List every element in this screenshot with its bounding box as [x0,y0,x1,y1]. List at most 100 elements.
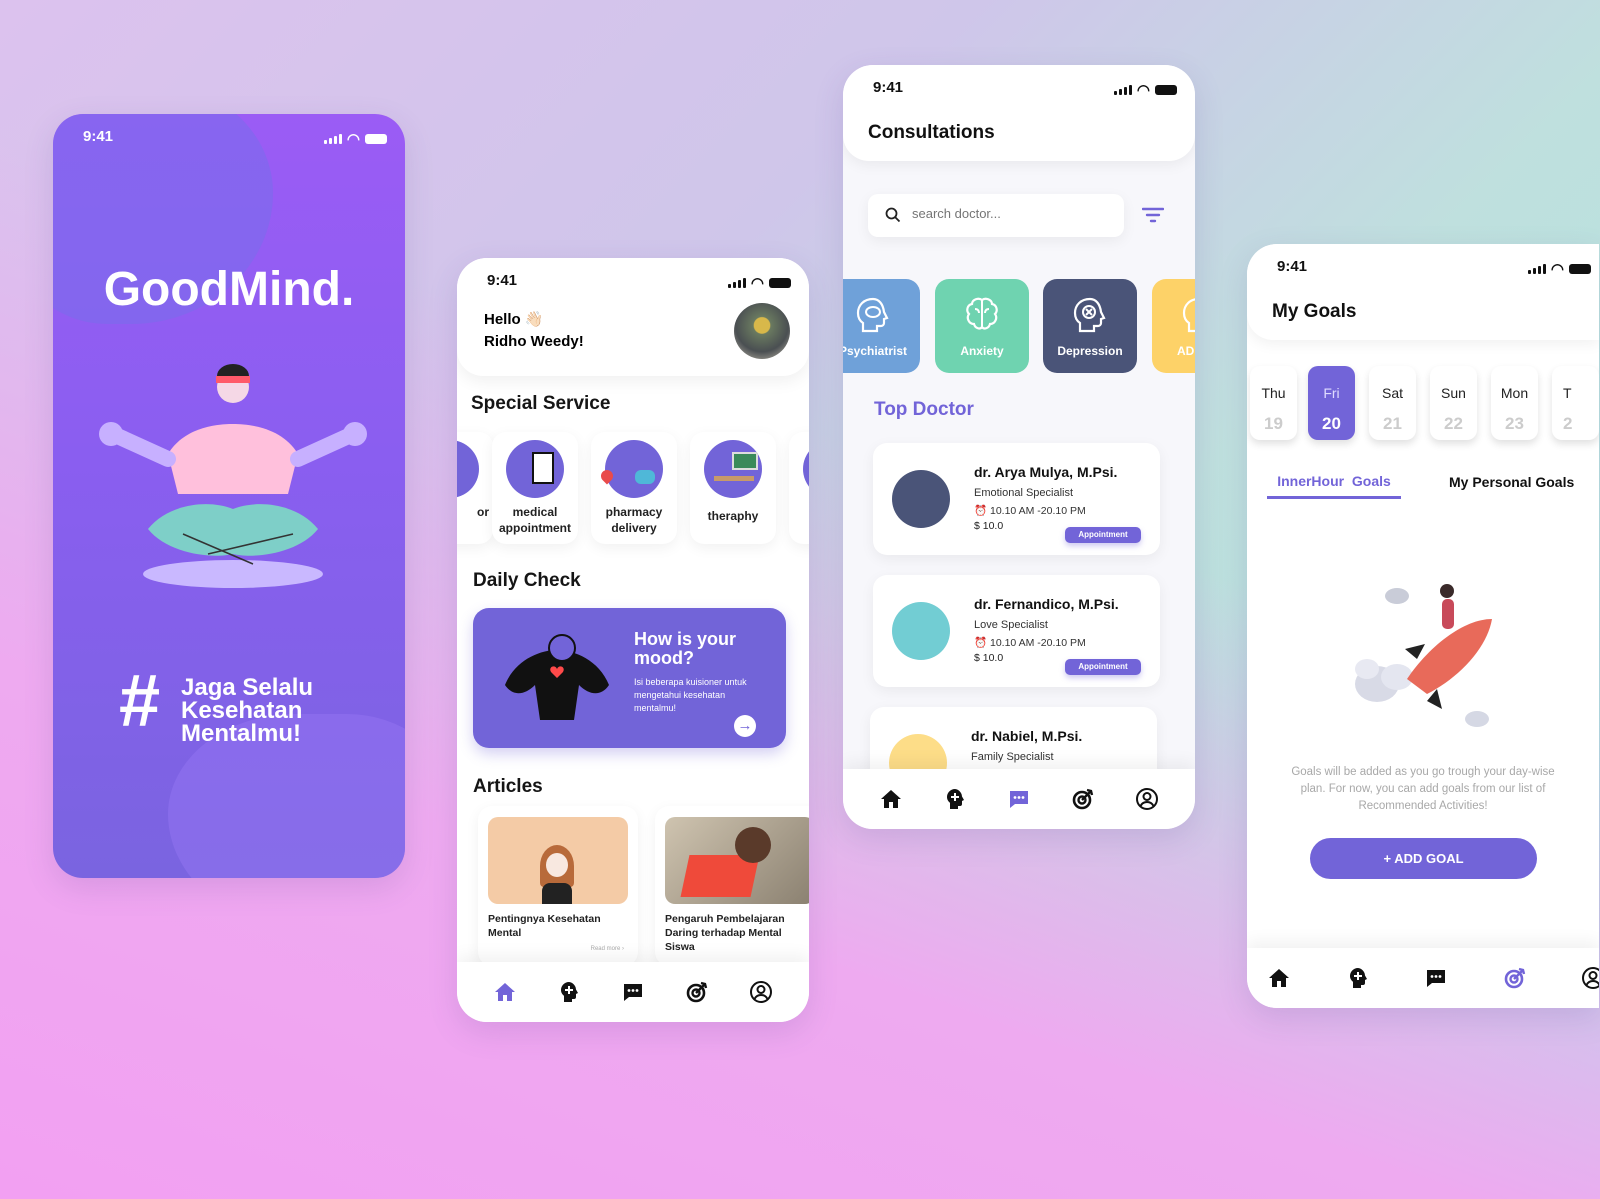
tab-innerhour-goals[interactable]: InnerHour Goals [1267,473,1401,499]
service-label: pharmacy delivery [605,505,663,535]
nav-profile-icon[interactable] [1581,966,1599,990]
doctor-card[interactable]: dr. Fernandico, M.Psi. Love Specialist ⏰… [873,575,1160,687]
doctor-hours: ⏰ 10.10 AM -20.10 PM [974,504,1086,517]
doctor-avatar [892,470,950,528]
avatar[interactable] [734,303,790,359]
day-sat[interactable]: Sat 21 [1369,366,1416,440]
day-thu[interactable]: Thu 19 [1250,366,1297,440]
article-image [665,817,809,904]
service-illustration [803,440,809,498]
day-sun[interactable]: Sun 22 [1430,366,1477,440]
doctor-price: $ 10.0 [974,520,1004,532]
doctor-specialty: Emotional Specialist [974,487,1074,499]
status-bar: 9:41 ◠ [487,272,791,292]
filter-icon[interactable] [1142,206,1164,224]
nav-mental-health-icon[interactable] [557,980,581,1004]
nav-profile-icon[interactable] [1135,787,1159,811]
head-icon [1182,298,1195,333]
status-bar: 9:41 ◠ [1277,258,1591,278]
day-date: 2 [1563,414,1573,433]
clipboard-doctor-illustration [506,440,564,498]
search-input[interactable] [868,194,1124,237]
mood-description: Isi beberapa kuisioner untuk mengetahui … [634,677,747,713]
day-date: 23 [1505,414,1524,433]
day-fri-selected[interactable]: Fri 20 [1308,366,1355,440]
splash-screen: 9:41 ◠ GoodMind. # Jaga Selalu Kesehatan… [53,114,405,878]
slogan-line: Jaga Selalu [181,674,314,701]
arrow-right-icon[interactable]: → [734,715,756,737]
doctor-name: dr. Nabiel, M.Psi. [971,728,1083,744]
slogan: Jaga Selalu Kesehatan Mentalmu! [181,674,314,747]
nav-chat-icon[interactable] [621,980,645,1004]
doctor-specialty: Love Specialist [974,619,1048,631]
bottom-nav [1247,948,1599,1008]
bottom-nav [457,962,809,1022]
heart-person-illustration [505,634,609,720]
tab-my-personal-goals[interactable]: My Personal Goals [1449,474,1574,490]
service-card[interactable]: or [457,432,493,544]
service-label: medical appointment [499,505,571,535]
search-field[interactable] [912,206,1102,221]
service-medical-appointment[interactable]: medical appointment [492,432,578,544]
nav-home-icon[interactable] [493,980,517,1004]
appointment-button[interactable]: Appointment [1065,527,1141,543]
alarm-clock-icon: ⏰ [974,505,988,517]
doctor-name: dr. Arya Mulya, M.Psi. [974,464,1118,480]
category-label: Psychiatrist [843,344,908,358]
service-card[interactable] [789,432,809,544]
day-tue[interactable]: T2 [1552,366,1599,440]
nav-mental-health-icon[interactable] [943,787,967,811]
day-name: Sat [1381,385,1403,401]
day-name: Thu [1261,385,1286,401]
signal-icons: ◠ [1113,81,1177,99]
service-label: theraphy [707,509,759,523]
day-mon[interactable]: Mon 23 [1491,366,1538,440]
nav-goals-icon[interactable] [1071,787,1095,811]
user-name: Ridho Weedy! [484,333,584,350]
read-more-label: Read more [590,946,621,952]
day-date: 22 [1444,414,1463,433]
nav-mental-health-icon[interactable] [1346,966,1370,990]
hours-text: 10.10 AM -20.10 PM [990,505,1086,517]
category-adhd[interactable]: AD [1152,279,1195,373]
service-theraphy[interactable]: theraphy [690,432,776,544]
day-name: Fri [1323,385,1340,401]
greeting: Hello 👋🏻 [484,311,544,328]
nav-home-icon[interactable] [1267,966,1291,990]
category-anxiety[interactable]: Anxiety [935,279,1029,373]
nav-goals-icon[interactable] [1503,966,1527,990]
nav-profile-icon[interactable] [749,980,773,1004]
brain-icon [966,297,998,330]
status-time: 9:41 [1277,258,1308,275]
category-depression[interactable]: Depression [1043,279,1137,373]
day-name: T [1563,385,1572,401]
signal-icons: ◠ [1527,260,1591,278]
category-psychiatrist[interactable]: Psychiatrist [843,279,920,373]
doctor-card[interactable]: dr. Arya Mulya, M.Psi. Emotional Special… [873,443,1160,555]
day-date: 21 [1383,414,1402,433]
slogan-line: Mentalmu! [181,720,301,747]
mood-card[interactable]: How is your mood? Isi beberapa kuisioner… [473,608,786,748]
appointment-button[interactable]: Appointment [1065,659,1141,675]
day-name: Mon [1500,385,1529,401]
home-screen: 9:41 ◠ Hello 👋🏻 Ridho Weedy! Special Ser… [457,258,809,1022]
article-card[interactable]: Pengaruh Pembelajaran Daring terhadap Me… [655,806,809,966]
article-card[interactable]: Pentingnya Kesehatan Mental Read more › [478,806,638,966]
signal-icons: ◠ [323,130,387,148]
read-more-link[interactable]: Read more › [591,946,624,952]
search-icon [885,207,901,223]
article-title: Pengaruh Pembelajaran Daring terhadap Me… [665,913,785,953]
delivery-illustration [605,440,663,498]
head-x-icon [1073,297,1106,333]
article-image [488,817,628,904]
nav-home-icon[interactable] [879,787,903,811]
daily-check-title: Daily Check [473,570,581,591]
status-time: 9:41 [487,272,518,289]
doctor-specialty: Family Specialist [971,751,1054,763]
nav-goals-icon[interactable] [685,980,709,1004]
nav-chat-icon[interactable] [1007,787,1031,811]
add-goal-button[interactable]: + ADD GOAL [1310,838,1537,879]
nav-chat-icon[interactable] [1424,966,1448,990]
service-pharmacy-delivery[interactable]: pharmacy delivery [591,432,677,544]
consultations-screen: 9:41 ◠ Consultations Psychiatrist Anxiet… [843,65,1195,829]
